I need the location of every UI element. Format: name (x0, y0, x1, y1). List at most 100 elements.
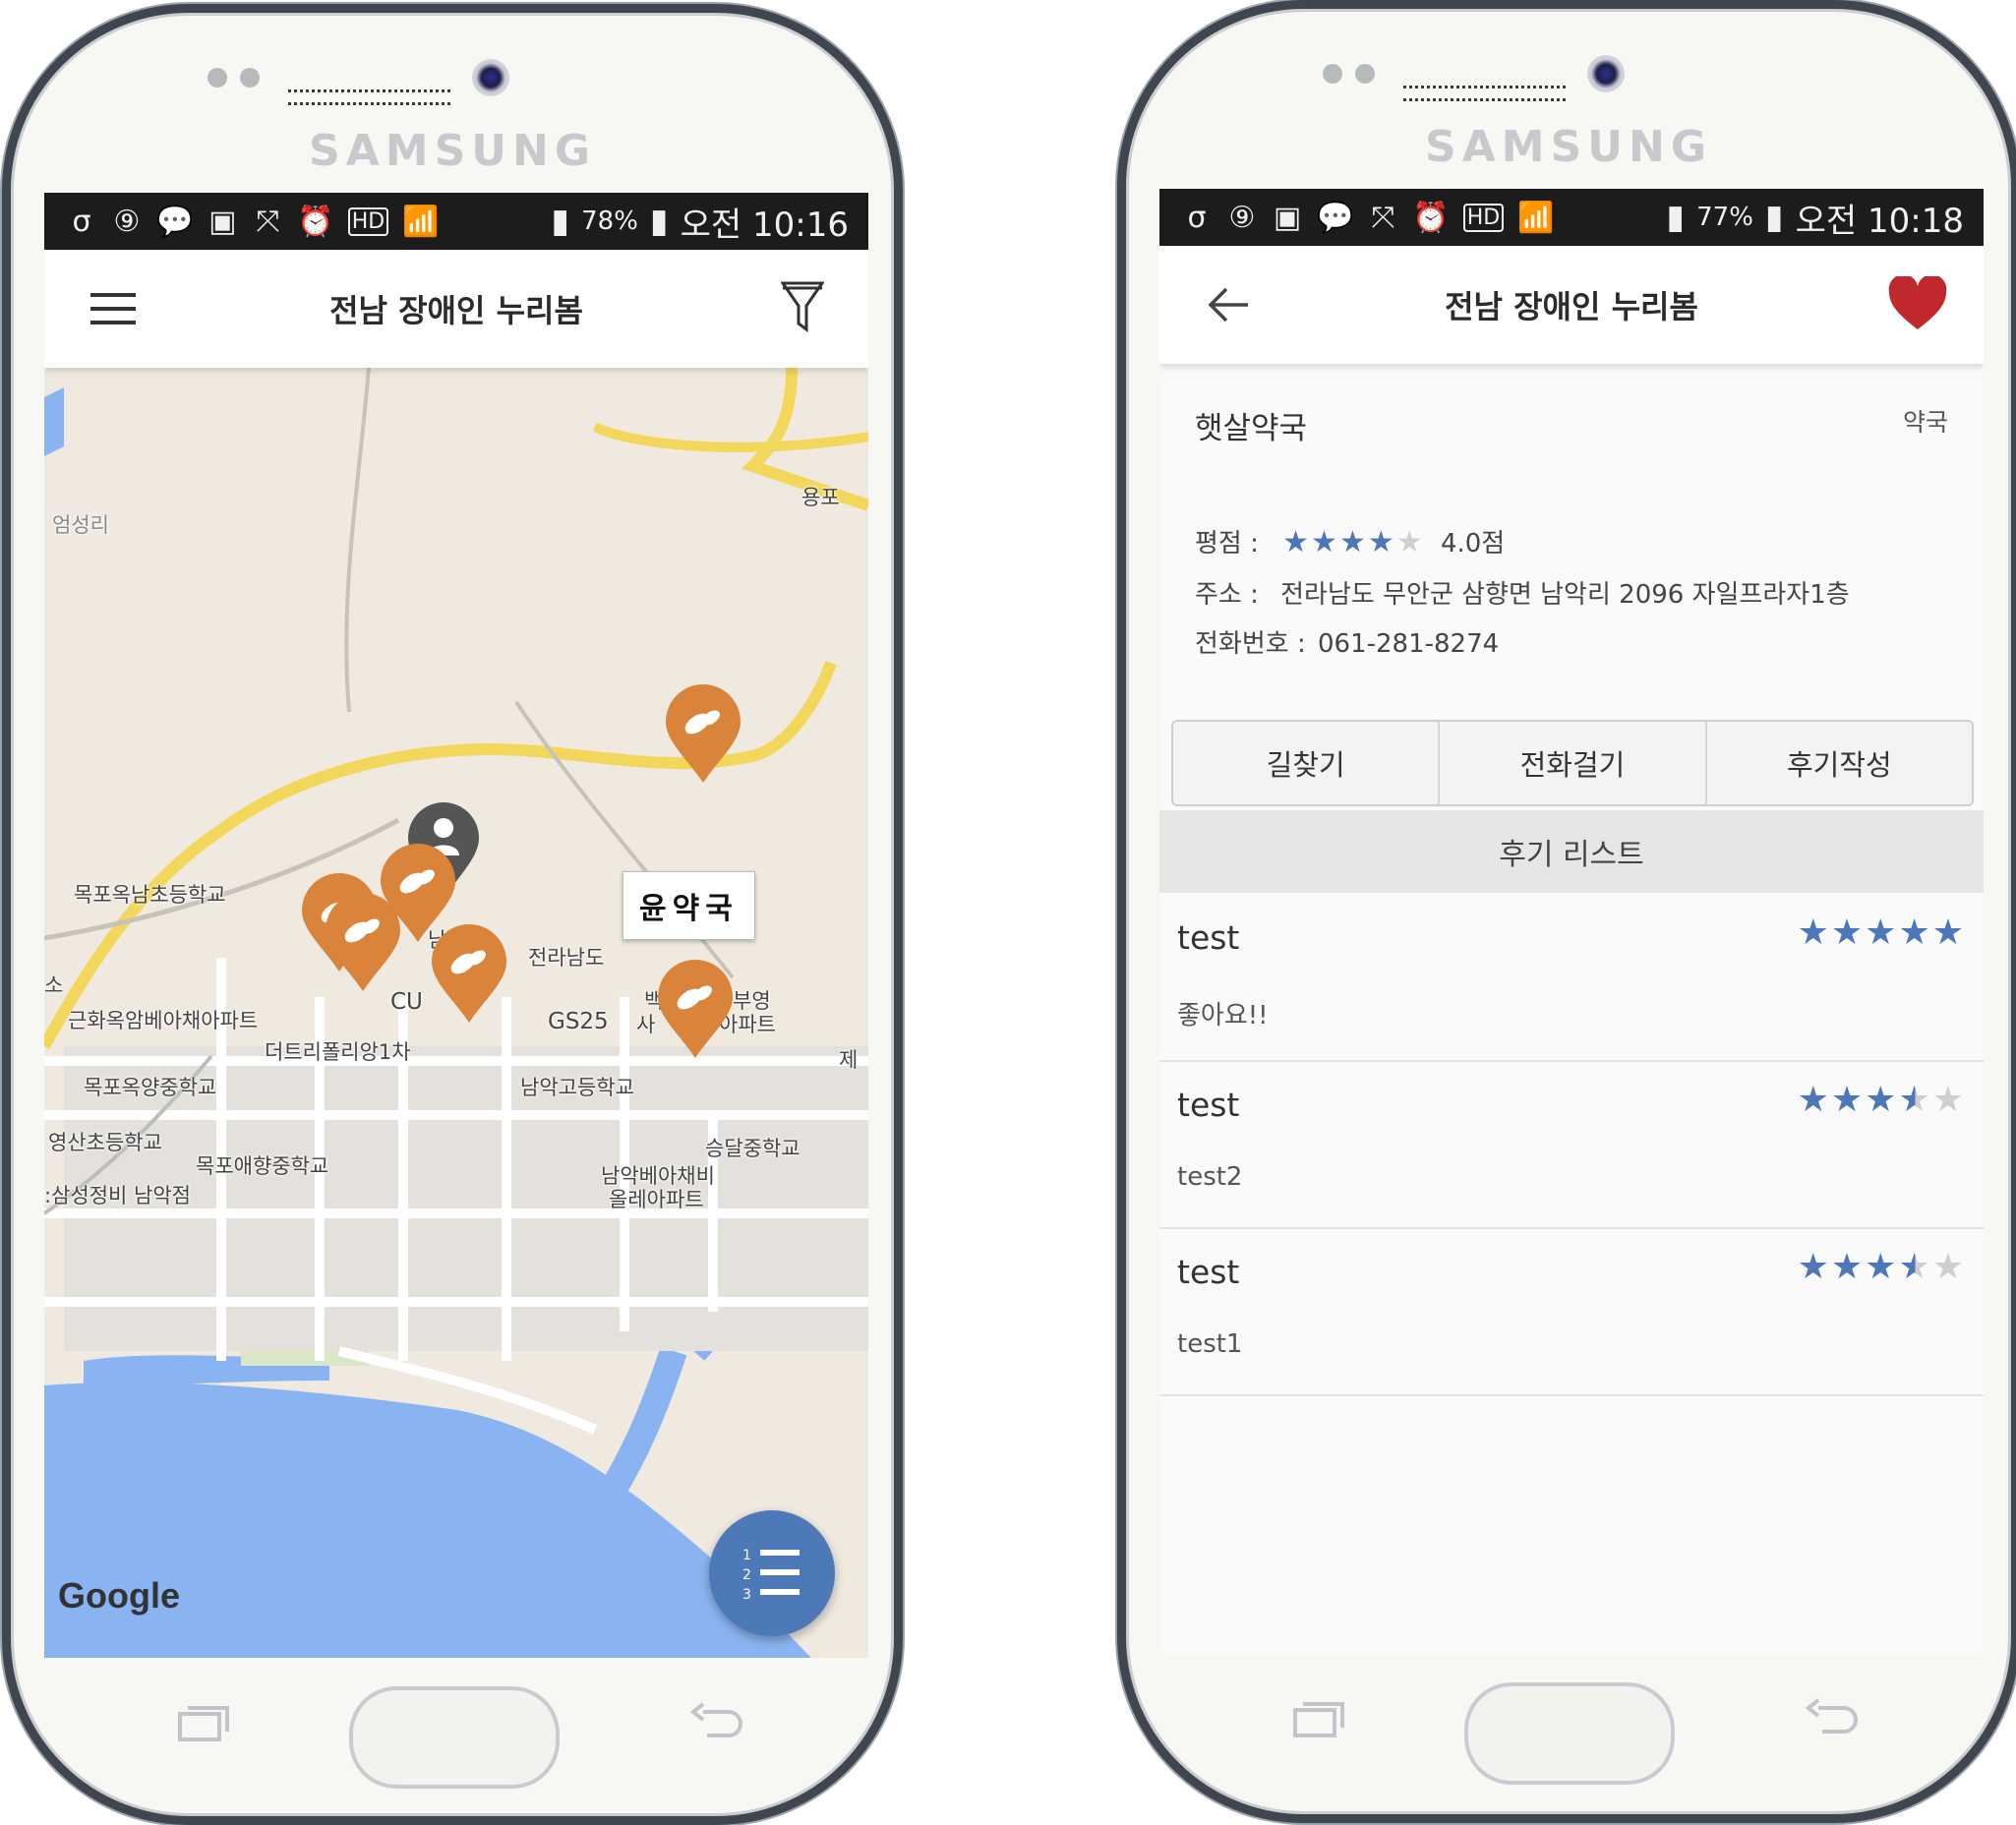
phone-top-bezel: SAMSUNG (1126, 9, 2011, 186)
review-stars: ★★★★★ (1798, 1080, 1966, 1120)
review-user: test (1177, 918, 1240, 957)
pharmacy-marker[interactable] (428, 920, 510, 1027)
star-filled-icon: ★ (1865, 912, 1899, 953)
battery-icon: ▮ (1764, 198, 1784, 237)
battery-percent: 77% (1696, 203, 1753, 232)
sensor-dot (208, 68, 227, 88)
review-stars: ★★★★★ (1798, 1247, 1966, 1287)
screen: σ ⑨ ▣ 💬 ⤧ ⏰ HD 📶 ▮ 77% ▮ 오전 10:18 전남 장애인… (1159, 189, 1984, 1654)
pharmacy-marker[interactable] (662, 680, 744, 787)
map-label: 올레아파트 (609, 1188, 704, 1211)
status-bar: σ ⑨ 💬 ▣ ⤧ ⏰ HD 📶 ▮ 78% ▮ 오전 10:16 (44, 193, 868, 250)
review-stars: ★★★★★ (1798, 912, 1966, 953)
review-item[interactable]: test ★★★★★ 좋아요!! (1159, 893, 1984, 1062)
status-icon: ⑨ (113, 204, 141, 239)
map-label: :삼성정비 남악점 (44, 1184, 191, 1207)
status-icons: σ ⑨ 💬 ▣ ⤧ ⏰ HD 📶 (44, 204, 440, 239)
back-icon[interactable] (689, 1700, 744, 1743)
star-filled-icon: ★ (1311, 525, 1339, 559)
rating-stars: ★★★★★ (1282, 525, 1425, 559)
numbered-list-icon: 1 2 3 (742, 1548, 800, 1603)
star-filled-icon: ★ (1898, 912, 1932, 953)
mute-icon: ⤧ (256, 204, 280, 239)
clock: 오전 10:16 (680, 205, 849, 245)
signal-icon: ▮ (551, 202, 570, 241)
map-label: 영산초등학교 (48, 1131, 162, 1154)
status-icon: ▣ (1273, 200, 1302, 235)
marker-callout[interactable]: 윤약국 (623, 871, 755, 940)
water-area (44, 387, 64, 456)
place-detail: 햇살약국 약국 평점 : ★★★★★ 4.0점 주소 : 전라남도 무안군 삼향… (1159, 364, 1984, 1654)
star-filled-icon: ★ (1830, 912, 1866, 953)
svg-text:1: 1 (742, 1548, 751, 1563)
status-icon: σ (72, 204, 91, 239)
star-filled-icon: ★ (1797, 912, 1831, 953)
app-bar: 전남 장애인 누리봄 (1159, 246, 1984, 364)
address-row: 주소 : 전라남도 무안군 삼향면 남악리 2096 자일프라자1층 (1195, 574, 1850, 611)
phone-row: 전화번호 : 061-281-8274 (1195, 623, 1499, 660)
map-label: 목포옥남초등학교 (74, 883, 226, 907)
star-filled-icon: ★ (1797, 1247, 1831, 1287)
brand-logo: SAMSUNG (1425, 122, 1712, 172)
star-filled-icon: ★ (1865, 1247, 1899, 1287)
app-bar: 전남 장애인 누리봄 (44, 250, 868, 368)
pharmacy-marker[interactable] (322, 889, 404, 995)
alarm-icon: ⏰ (297, 204, 334, 239)
battery-icon: ▮ (649, 202, 669, 241)
wifi-icon: 📶 (1517, 200, 1555, 235)
wifi-icon: 📶 (402, 204, 440, 239)
review-text: 좋아요!! (1177, 1001, 1269, 1030)
star-half-icon: ★ (1898, 1080, 1932, 1120)
rating-value: 4.0점 (1440, 529, 1506, 559)
road (344, 368, 371, 713)
filter-funnel-icon[interactable] (770, 275, 835, 340)
home-button[interactable] (349, 1686, 560, 1789)
recent-apps-icon[interactable] (176, 1704, 231, 1743)
directions-button[interactable]: 길찾기 (1173, 722, 1441, 804)
phone-value[interactable]: 061-281-8274 (1318, 629, 1499, 659)
status-bar: σ ⑨ ▣ 💬 ⤧ ⏰ HD 📶 ▮ 77% ▮ 오전 10:18 (1159, 189, 1984, 246)
map-label: 목포애향중학교 (196, 1154, 329, 1178)
map-label: 소 (44, 973, 64, 997)
map-label: 남악고등학교 (520, 1076, 634, 1099)
screen: σ ⑨ 💬 ▣ ⤧ ⏰ HD 📶 ▮ 78% ▮ 오전 10:16 전남 장애인… (44, 193, 868, 1658)
back-icon[interactable] (1805, 1696, 1860, 1739)
hamburger-menu-icon[interactable] (84, 279, 143, 338)
home-button[interactable] (1464, 1682, 1675, 1785)
map-label: 더트리폴리앙1차 (265, 1040, 411, 1064)
recent-apps-icon[interactable] (1291, 1700, 1346, 1739)
call-button[interactable]: 전화걸기 (1440, 722, 1707, 804)
back-arrow-icon[interactable] (1199, 275, 1258, 334)
status-icon: 💬 (156, 204, 194, 239)
status-icon: σ (1187, 200, 1207, 235)
pharmacy-marker[interactable] (654, 956, 737, 1062)
rating-label: 평점 : (1195, 529, 1259, 559)
review-user: test (1177, 1253, 1240, 1291)
map-view[interactable]: 용포 엄성리 목포옥남초등학교 남도청 전라남도 CU GS25 근화옥암베아채… (44, 368, 868, 1658)
map-label: 사 (636, 1013, 656, 1036)
review-user: test (1177, 1086, 1240, 1124)
list-view-fab[interactable]: 1 2 3 (709, 1510, 835, 1636)
place-name: 햇살약국 (1195, 411, 1308, 446)
review-item[interactable]: test ★★★★★ test2 (1159, 1060, 1984, 1229)
star-filled-icon: ★ (1282, 525, 1312, 559)
signal-icon: ▮ (1666, 198, 1686, 237)
map-label: 근화옥암베아채아파트 (68, 1009, 259, 1032)
hd-icon: HD (1462, 203, 1505, 232)
front-camera (1587, 55, 1625, 92)
phone-frame-detail: SAMSUNG σ ⑨ ▣ 💬 ⤧ ⏰ HD 📶 ▮ 77% ▮ 오전 10:1… (1117, 0, 2016, 1823)
heart-icon[interactable] (1885, 271, 1950, 336)
star-filled-icon: ★ (1830, 1080, 1866, 1120)
review-item[interactable]: test ★★★★★ test1 (1159, 1227, 1984, 1396)
earpiece-speaker (1403, 86, 1566, 101)
map-label: 목포옥양중학교 (84, 1076, 217, 1099)
map-label: 전라남도 (528, 946, 605, 970)
write-review-button[interactable]: 후기작성 (1707, 722, 1972, 804)
rating-row: 평점 : ★★★★★ 4.0점 (1195, 523, 1505, 559)
map-label: 제 (839, 1048, 859, 1072)
status-icon: ▣ (208, 204, 237, 239)
map-label: 용포 (801, 486, 840, 509)
front-camera (472, 59, 509, 96)
status-icon: ⑨ (1228, 200, 1256, 235)
review-text: test1 (1177, 1329, 1243, 1359)
